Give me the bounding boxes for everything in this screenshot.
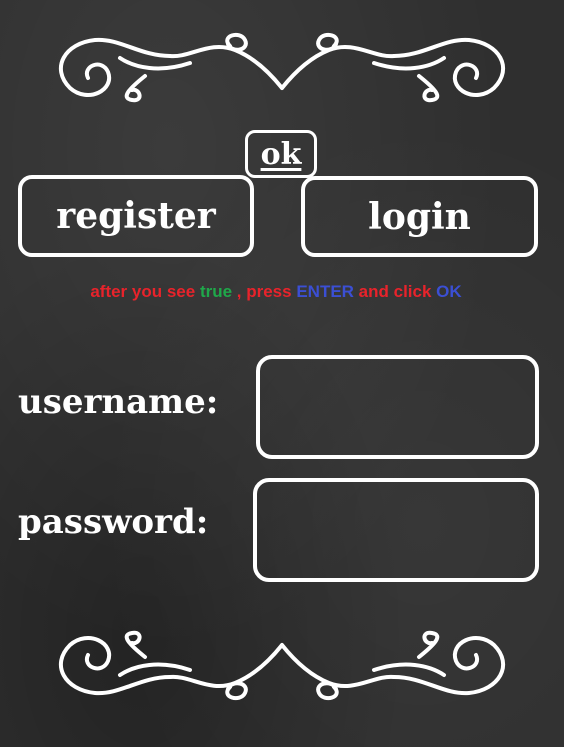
- register-button[interactable]: register: [18, 175, 254, 257]
- hint-text-part-3: , press: [232, 282, 297, 301]
- hint-text-part-5: and click: [353, 282, 437, 301]
- hint-ok-keyword: OK: [436, 282, 462, 301]
- password-input[interactable]: [253, 478, 539, 582]
- hint-enter-keyword: ENTER: [296, 282, 354, 301]
- username-input[interactable]: [256, 355, 539, 459]
- hint-true-keyword: true: [199, 282, 233, 301]
- hint-text-part-1: after you see: [90, 282, 200, 301]
- password-label: password:: [18, 502, 209, 542]
- instruction-text: after you see true , press ENTER and cli…: [0, 282, 552, 302]
- username-label: username:: [18, 382, 219, 422]
- ok-button[interactable]: ok: [245, 130, 317, 178]
- bottom-flourish-icon: [58, 630, 506, 701]
- top-flourish-icon: [58, 32, 506, 103]
- login-button[interactable]: login: [301, 176, 538, 257]
